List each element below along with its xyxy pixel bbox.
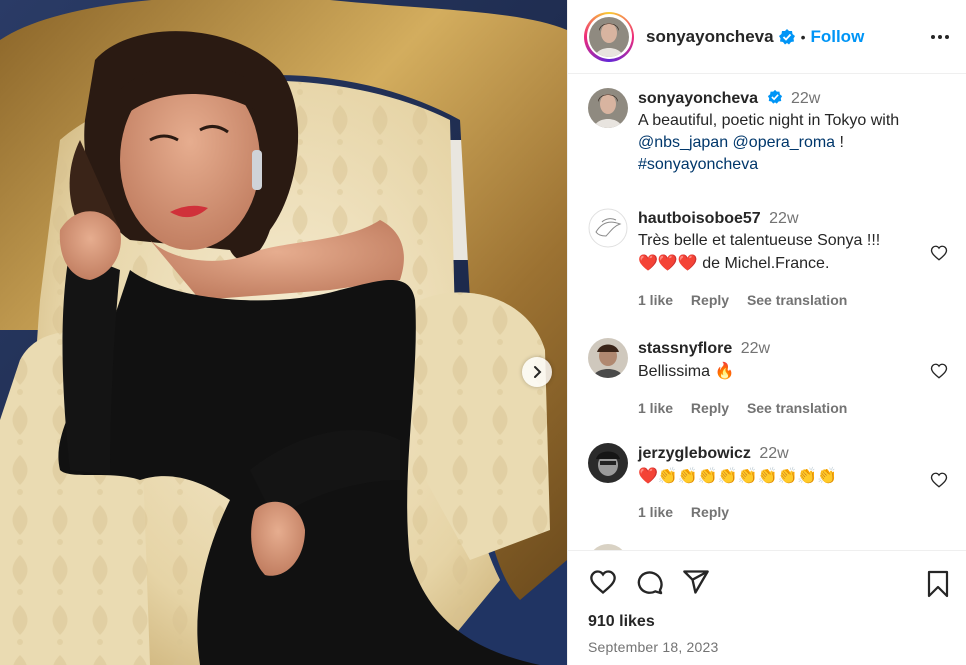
heart-icon[interactable] bbox=[930, 471, 948, 489]
comment: jerzyglebowicz 22w ❤️👏👏👏👏👏👏👏👏👏 1 like Re… bbox=[588, 443, 948, 523]
comment-time[interactable]: 22w bbox=[759, 445, 788, 462]
caption: sonyayoncheva 22w A beautiful, poetic ni… bbox=[588, 88, 948, 176]
caption-text: A beautiful, poetic night in Tokyo with bbox=[638, 112, 900, 129]
see-translation-button[interactable]: See translation bbox=[747, 400, 847, 416]
instagram-post: sonyayoncheva • Follow sonyayoncheva 22w… bbox=[0, 0, 966, 665]
see-translation-button[interactable]: See translation bbox=[747, 292, 847, 308]
comment-time[interactable]: 22w bbox=[769, 210, 798, 227]
photo-illustration bbox=[0, 0, 567, 665]
follow-button[interactable]: Follow bbox=[810, 27, 864, 47]
share-icon[interactable] bbox=[682, 568, 710, 596]
mention-link[interactable]: @nbs_japan bbox=[638, 134, 728, 151]
comment-emoji: ❤️❤️❤️ bbox=[638, 253, 698, 272]
caption-avatar[interactable] bbox=[588, 88, 628, 128]
comment-text: Bellissima bbox=[638, 363, 711, 380]
commenter-avatar[interactable] bbox=[588, 443, 628, 483]
author-username[interactable]: sonyayoncheva bbox=[646, 27, 774, 47]
hashtag-link[interactable]: #sonyayoncheva bbox=[638, 154, 948, 176]
more-dots-icon bbox=[931, 34, 949, 39]
fire-emoji: 🔥 bbox=[714, 361, 735, 380]
reply-button[interactable]: Reply bbox=[691, 292, 729, 308]
heart-icon[interactable] bbox=[930, 362, 948, 380]
comment: stassnyflore 22w Bellissima 🔥 1 like Rep… bbox=[588, 338, 948, 419]
mention-link[interactable]: @opera_roma bbox=[733, 134, 836, 151]
action-bar: 910 likes September 18, 2023 bbox=[568, 550, 966, 665]
verified-badge-icon bbox=[767, 89, 782, 104]
verified-badge-icon bbox=[778, 28, 795, 44]
more-options-button[interactable] bbox=[930, 34, 950, 40]
next-photo-button[interactable] bbox=[522, 357, 552, 387]
separator-dot: • bbox=[800, 28, 806, 45]
clap-emojis: ❤️👏👏👏👏👏👏👏👏👏 bbox=[638, 466, 838, 485]
comments-list[interactable]: sonyayoncheva 22w A beautiful, poetic ni… bbox=[568, 74, 966, 550]
commenter-avatar[interactable] bbox=[588, 338, 628, 378]
chevron-right-icon bbox=[534, 366, 542, 378]
comment-username[interactable]: hautboisoboe57 bbox=[638, 210, 761, 227]
comment-time[interactable]: 22w bbox=[741, 340, 770, 357]
comment-text: Très belle et talentueuse Sonya !!! bbox=[638, 232, 881, 249]
caption-username[interactable]: sonyayoncheva bbox=[638, 90, 758, 107]
reply-button[interactable]: Reply bbox=[691, 504, 729, 520]
bookmark-icon[interactable] bbox=[926, 570, 950, 598]
comment-likes[interactable]: 1 like bbox=[638, 292, 673, 308]
comment: hautboisoboe57 22w Très belle et talentu… bbox=[588, 208, 948, 311]
post-panel: sonyayoncheva • Follow sonyayoncheva 22w… bbox=[567, 0, 966, 665]
comment-text: de Michel.France. bbox=[702, 255, 830, 272]
likes-count[interactable]: 910 likes bbox=[588, 613, 655, 631]
heart-icon[interactable] bbox=[930, 244, 948, 262]
caption-time[interactable]: 22w bbox=[791, 90, 820, 107]
post-date[interactable]: September 18, 2023 bbox=[588, 639, 718, 655]
comment-username[interactable]: stassnyflore bbox=[638, 340, 732, 357]
comment-username[interactable]: jerzyglebowicz bbox=[638, 445, 751, 462]
comment-icon[interactable] bbox=[636, 568, 664, 596]
caption-end: ! bbox=[839, 134, 844, 151]
commenter-avatar[interactable] bbox=[588, 208, 628, 248]
post-photo[interactable] bbox=[0, 0, 567, 665]
comment-likes[interactable]: 1 like bbox=[638, 504, 673, 520]
post-header: sonyayoncheva • Follow bbox=[568, 0, 966, 74]
reply-button[interactable]: Reply bbox=[691, 400, 729, 416]
author-avatar bbox=[589, 16, 629, 57]
story-ring[interactable] bbox=[584, 11, 634, 62]
comment-likes[interactable]: 1 like bbox=[638, 400, 673, 416]
heart-icon[interactable] bbox=[588, 568, 618, 596]
